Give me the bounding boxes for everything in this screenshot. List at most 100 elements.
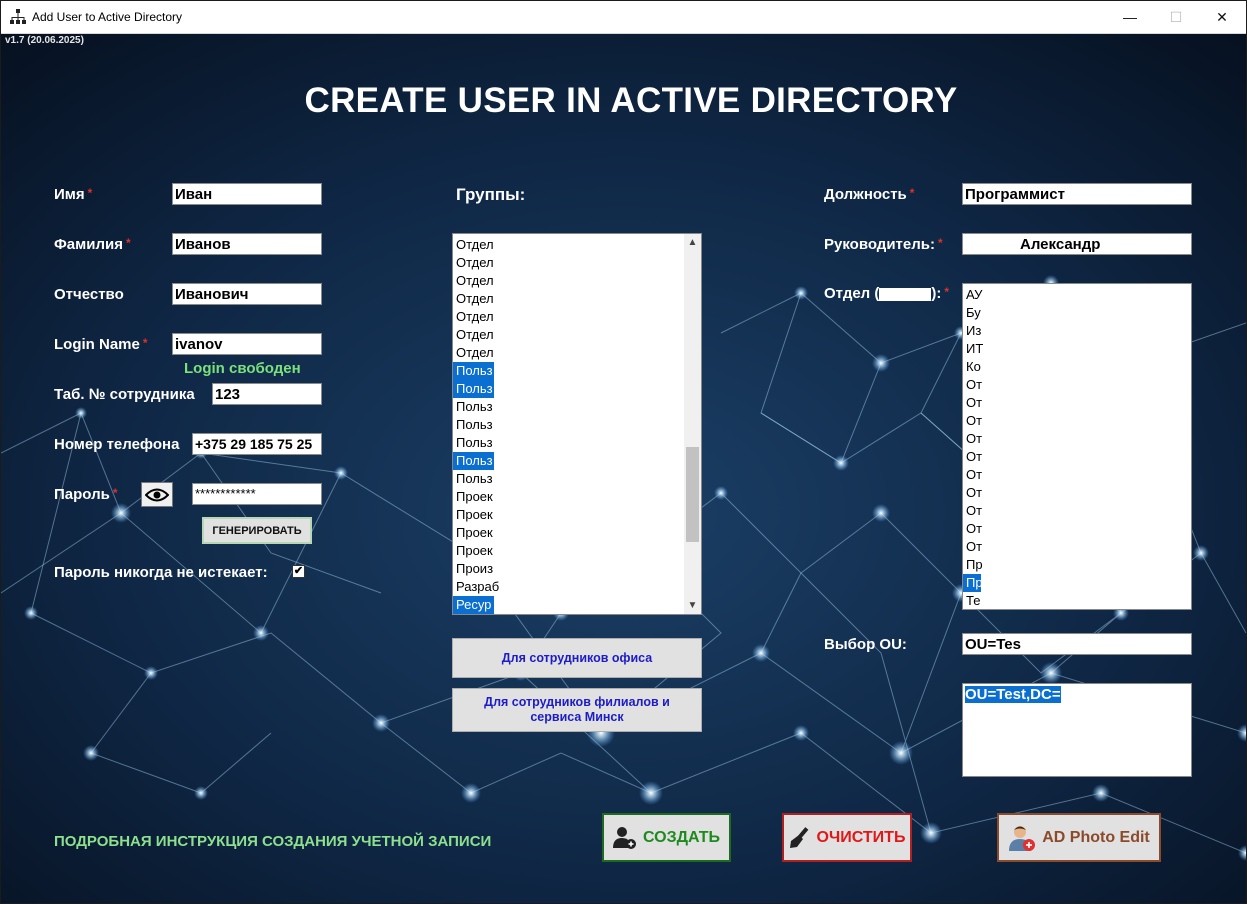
password-never-expires-label: Пароль никогда не истекает: [54, 564, 268, 581]
list-item[interactable]: Польз [453, 398, 701, 416]
list-item[interactable]: Ко [963, 358, 1191, 376]
list-item[interactable]: Произ [453, 560, 701, 578]
list-item[interactable]: Разраб [453, 578, 701, 596]
list-item[interactable]: Отдел [453, 326, 701, 344]
ad-photo-edit-button[interactable]: AD Photo Edit [997, 813, 1161, 862]
ou-field[interactable]: OU=Tes [962, 633, 1192, 655]
required-mark: * [87, 186, 93, 200]
manager-field[interactable]: Александр [962, 233, 1192, 255]
list-item[interactable]: От [963, 538, 1191, 556]
list-item[interactable]: Проек [453, 524, 701, 542]
password-field[interactable]: ************ [192, 483, 322, 505]
ou-path-textarea[interactable]: OU=Test,DC= [962, 683, 1192, 777]
list-item[interactable]: Проек [453, 542, 701, 560]
app-window: Add User to Active Directory — ☐ ✕ v1.7 … [0, 0, 1247, 904]
phone-label: Номер телефона [54, 436, 180, 453]
list-item[interactable]: От [963, 520, 1191, 538]
list-item[interactable]: Польз [453, 380, 494, 398]
list-item[interactable]: Ресур [453, 596, 494, 614]
department-listbox[interactable]: АУБуИзИТКоОтОтОтОтОтОтОтОтОтОтПрПрТеХо [962, 283, 1192, 610]
close-button[interactable]: ✕ [1199, 1, 1245, 33]
list-item[interactable]: Пр [963, 574, 981, 592]
middle-name-field[interactable]: Иванович [172, 283, 322, 305]
login-field[interactable]: ivanov [172, 333, 322, 355]
first-name-field[interactable]: Иван [172, 183, 322, 205]
required-mark: * [112, 486, 118, 500]
scroll-down-icon[interactable]: ▼ [684, 597, 701, 614]
list-item[interactable]: От [963, 394, 1191, 412]
required-mark: * [937, 236, 943, 250]
title-bar: Add User to Active Directory — ☐ ✕ [1, 1, 1246, 34]
groups-scrollbar[interactable]: ▲ ▼ [684, 234, 701, 614]
required-mark: * [944, 285, 950, 299]
department-label: Отдел (): * [824, 285, 950, 302]
groups-listbox[interactable]: Отдел Отдел Отдел Отдел Отдел Отдел Отдел Польз… [452, 233, 702, 615]
position-field[interactable]: Программист [962, 183, 1192, 205]
eye-icon [145, 488, 169, 501]
list-item[interactable]: Отдел [453, 344, 701, 362]
list-item[interactable]: Проек [453, 488, 701, 506]
phone-field[interactable]: +375 29 185 75 25 [192, 433, 322, 455]
clear-button[interactable]: ОЧИСТИТЬ [782, 813, 912, 862]
required-mark: * [142, 336, 148, 350]
scroll-thumb[interactable] [686, 447, 699, 542]
department-redacted [879, 287, 932, 301]
employee-number-label: Таб. № сотрудника [54, 386, 195, 403]
ad-photo-edit-label: AD Photo Edit [1042, 828, 1150, 846]
list-item[interactable]: АУ [963, 286, 1191, 304]
branch-employees-button[interactable]: Для сотрудников филиалов и сервиса Минск [452, 688, 702, 732]
list-item[interactable]: От [963, 376, 1191, 394]
list-item[interactable]: Польз [453, 362, 494, 380]
list-item[interactable]: Польз [453, 434, 701, 452]
list-item[interactable]: От [963, 412, 1191, 430]
create-button[interactable]: СОЗДАТЬ [602, 813, 731, 862]
version-label: v1.7 (20.06.2025) [5, 35, 84, 46]
minimize-button[interactable]: — [1107, 1, 1153, 33]
list-item[interactable]: Отдел [453, 272, 701, 290]
list-item[interactable]: От [963, 448, 1191, 466]
list-item[interactable]: Отдел [453, 290, 701, 308]
list-item[interactable]: От [963, 484, 1191, 502]
list-item[interactable]: Отдел [453, 254, 701, 272]
first-name-label: Имя * [54, 186, 93, 203]
list-item[interactable]: Польз [453, 470, 701, 488]
show-password-button[interactable] [141, 482, 173, 507]
list-item[interactable]: От [963, 502, 1191, 520]
broom-icon [789, 826, 808, 848]
list-item[interactable]: От [963, 466, 1191, 484]
required-mark: * [125, 236, 131, 250]
instructions-link[interactable]: ПОДРОБНАЯ ИНСТРУКЦИЯ СОЗДАНИЯ УЧЕТНОЙ ЗА… [54, 833, 491, 850]
office-employees-button[interactable]: Для сотрудников офиса [452, 638, 702, 678]
generate-password-button[interactable]: ГЕНЕРИРОВАТЬ [202, 517, 312, 544]
list-item[interactable]: Польз [453, 452, 494, 470]
password-label: Пароль * [54, 486, 118, 503]
list-item[interactable]: Те [963, 592, 1191, 609]
list-item[interactable]: Польз [453, 416, 701, 434]
list-item[interactable]: Бу [963, 304, 1191, 322]
add-user-icon [612, 826, 636, 849]
create-button-label: СОЗДАТЬ [642, 828, 721, 846]
groups-label: Группы: [456, 185, 526, 204]
maximize-button[interactable]: ☐ [1153, 1, 1199, 33]
login-label: Login Name * [54, 336, 148, 353]
middle-name-label: Отчество [54, 286, 124, 303]
scroll-up-icon[interactable]: ▲ [684, 234, 701, 251]
list-item[interactable]: Отдел [453, 236, 701, 254]
list-item[interactable]: От [963, 430, 1191, 448]
page-title: CREATE USER IN ACTIVE DIRECTORY [304, 81, 958, 120]
login-status: Login свободен [184, 360, 301, 377]
list-item[interactable]: Из [963, 322, 1191, 340]
list-item[interactable]: Проек [453, 506, 701, 524]
clear-button-label: ОЧИСТИТЬ [816, 828, 906, 846]
employee-number-field[interactable]: 123 [212, 383, 322, 405]
required-mark: * [909, 186, 915, 200]
last-name-field[interactable]: Иванов [172, 233, 322, 255]
ou-path-text: OU=Test,DC= [965, 686, 1061, 703]
ou-label: Выбор OU: [824, 636, 907, 653]
user-photo-icon [1009, 825, 1036, 851]
list-item[interactable]: Отдел [453, 308, 701, 326]
list-item[interactable]: Пр [963, 556, 1191, 574]
password-never-expires-checkbox[interactable]: ✔ [292, 565, 305, 578]
network-app-icon [10, 9, 26, 24]
list-item[interactable]: ИТ [963, 340, 1191, 358]
